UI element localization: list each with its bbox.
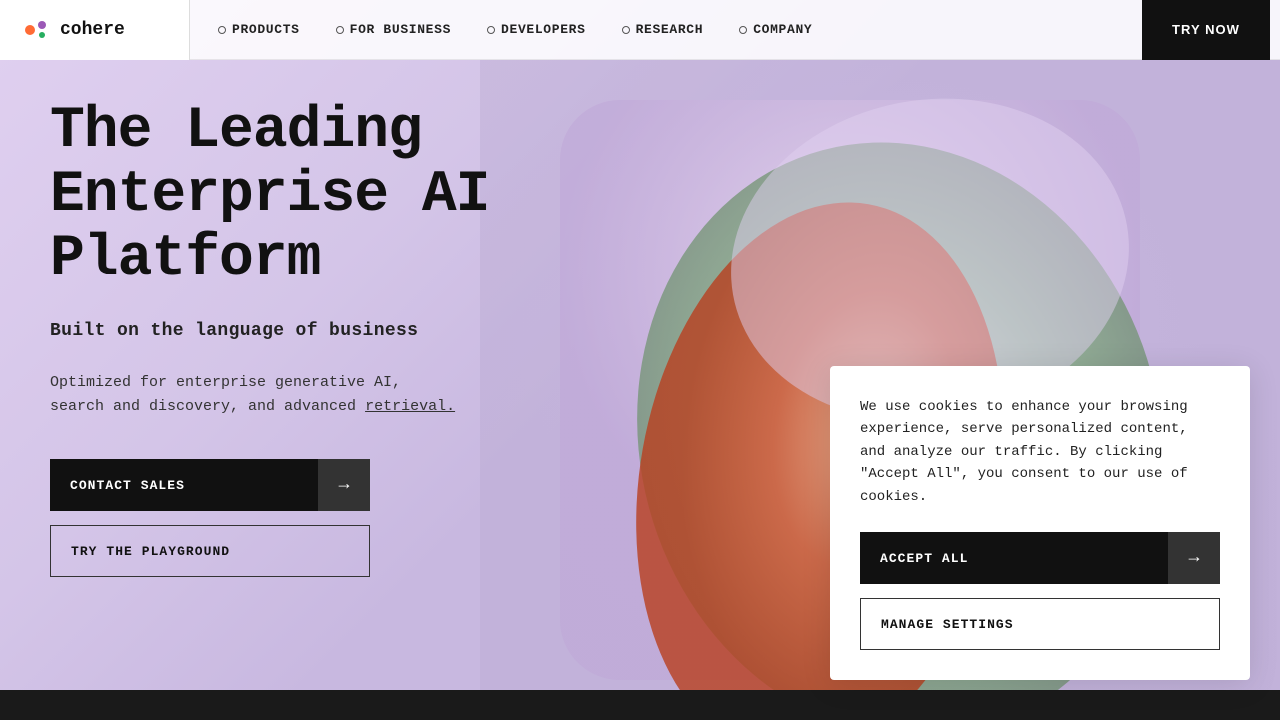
nav-item-developers[interactable]: DEVELOPERS	[469, 0, 604, 59]
logo-text: cohere	[60, 20, 125, 40]
accept-all-label: ACCEPT ALL	[860, 532, 1168, 584]
accept-all-button[interactable]: ACCEPT ALL →	[860, 532, 1220, 584]
hero-description: Optimized for enterprise generative AI, …	[50, 371, 520, 419]
nav-dot-research	[622, 26, 630, 34]
cookie-banner: We use cookies to enhance your browsing …	[830, 366, 1250, 680]
nav-label-company: COMPANY	[753, 22, 812, 37]
contact-sales-button[interactable]: CONTACT SALES →	[50, 459, 370, 511]
nav-label-developers: DEVELOPERS	[501, 22, 586, 37]
nav-label-products: PRODUCTS	[232, 22, 300, 37]
bottom-bar	[0, 690, 1280, 720]
nav-dot-developers	[487, 26, 495, 34]
navbar: cohere PRODUCTS FOR BUSINESS DEVELOPERS …	[0, 0, 1280, 60]
nav-dot-products	[218, 26, 226, 34]
nav-item-research[interactable]: RESEARCH	[604, 0, 722, 59]
logo-container[interactable]: cohere	[0, 0, 190, 60]
nav-label-for-business: FOR BUSINESS	[350, 22, 451, 37]
button-group: CONTACT SALES → TRY THE PLAYGROUND	[50, 459, 520, 577]
manage-settings-button[interactable]: MANAGE SETTINGS	[860, 598, 1220, 650]
try-playground-button[interactable]: TRY THE PLAYGROUND	[50, 525, 370, 577]
hero-title-line2: Enterprise AI Platform	[50, 163, 489, 292]
nav-links: PRODUCTS FOR BUSINESS DEVELOPERS RESEARC…	[190, 0, 1280, 60]
nav-dot-company	[739, 26, 747, 34]
nav-item-products[interactable]: PRODUCTS	[200, 0, 318, 59]
contact-sales-label: CONTACT SALES	[50, 459, 318, 511]
cookie-text: We use cookies to enhance your browsing …	[860, 396, 1220, 508]
hero-title-line1: The Leading	[50, 99, 422, 164]
hero-description-highlight: retrieval.	[365, 398, 455, 415]
nav-item-company[interactable]: COMPANY	[721, 0, 830, 59]
hero-subtitle: Built on the language of business	[50, 321, 520, 341]
try-now-button[interactable]: TRY NOW	[1142, 0, 1270, 60]
nav-dot-for-business	[336, 26, 344, 34]
cohere-logo-icon	[20, 14, 52, 46]
hero-title: The Leading Enterprise AI Platform	[50, 100, 520, 291]
hero-content: The Leading Enterprise AI Platform Built…	[50, 100, 520, 577]
nav-item-for-business[interactable]: FOR BUSINESS	[318, 0, 469, 59]
nav-label-research: RESEARCH	[636, 22, 704, 37]
contact-sales-arrow-icon: →	[318, 459, 370, 511]
accept-all-arrow-icon: →	[1168, 532, 1220, 584]
